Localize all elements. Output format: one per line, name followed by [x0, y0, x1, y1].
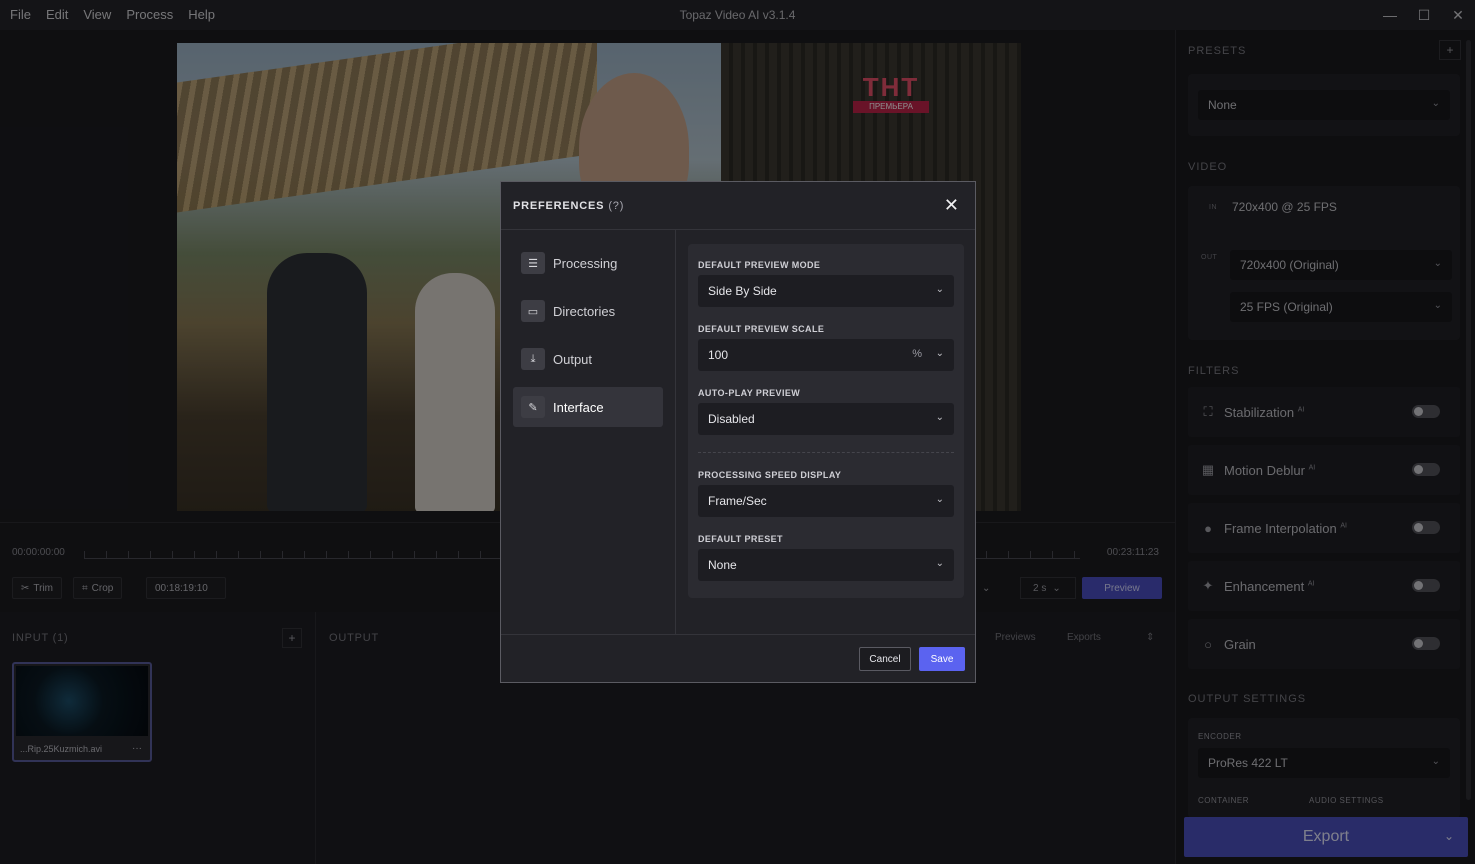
preview-scale-input[interactable]: 100 % ⌄	[698, 339, 954, 371]
speed-display-label: PROCESSING SPEED DISPLAY	[698, 470, 842, 480]
chevron-down-icon: ⌄	[935, 412, 944, 423]
speed-display-select[interactable]: Frame/Sec ⌄	[698, 485, 954, 517]
edit-icon: ✎	[521, 396, 545, 418]
close-icon[interactable]: ✕	[944, 195, 959, 216]
folder-icon: ▭	[521, 300, 545, 322]
nav-item-interface[interactable]: ✎ Interface	[513, 387, 663, 427]
chevron-down-icon: ⌄	[935, 494, 944, 505]
chevron-down-icon: ⌄	[935, 284, 944, 295]
cancel-button[interactable]: Cancel	[859, 647, 911, 671]
interface-settings: DEFAULT PREVIEW MODE Side By Side ⌄ DEFA…	[688, 244, 964, 598]
default-preset-select[interactable]: None ⌄	[698, 549, 954, 581]
save-button[interactable]: Save	[919, 647, 965, 671]
nav-item-output[interactable]: ⤓ Output	[513, 339, 663, 379]
preview-mode-label: DEFAULT PREVIEW MODE	[698, 260, 821, 270]
dialog-title: PREFERENCES (?)	[513, 200, 625, 212]
preferences-nav: ☰ Processing ▭ Directories ⤓ Output ✎ In…	[501, 230, 676, 634]
preview-scale-label: DEFAULT PREVIEW SCALE	[698, 324, 825, 334]
section-divider	[698, 452, 954, 453]
nav-item-directories[interactable]: ▭ Directories	[513, 291, 663, 331]
chevron-down-icon: ⌄	[935, 558, 944, 569]
help-link[interactable]: (?)	[608, 200, 624, 212]
preview-mode-select[interactable]: Side By Side ⌄	[698, 275, 954, 307]
percent-unit: %	[912, 348, 922, 360]
download-icon: ⤓	[521, 348, 545, 370]
chevron-down-icon[interactable]: ⌄	[936, 348, 944, 359]
autoplay-label: AUTO-PLAY PREVIEW	[698, 388, 801, 398]
nav-item-processing[interactable]: ☰ Processing	[513, 243, 663, 283]
default-preset-label: DEFAULT PRESET	[698, 534, 783, 544]
autoplay-select[interactable]: Disabled ⌄	[698, 403, 954, 435]
sliders-icon: ☰	[521, 252, 545, 274]
dialog-footer: Cancel Save	[501, 634, 975, 684]
preferences-dialog: PREFERENCES (?) ✕ ☰ Processing ▭ Director…	[500, 181, 976, 683]
dialog-header: PREFERENCES (?) ✕	[501, 182, 975, 230]
